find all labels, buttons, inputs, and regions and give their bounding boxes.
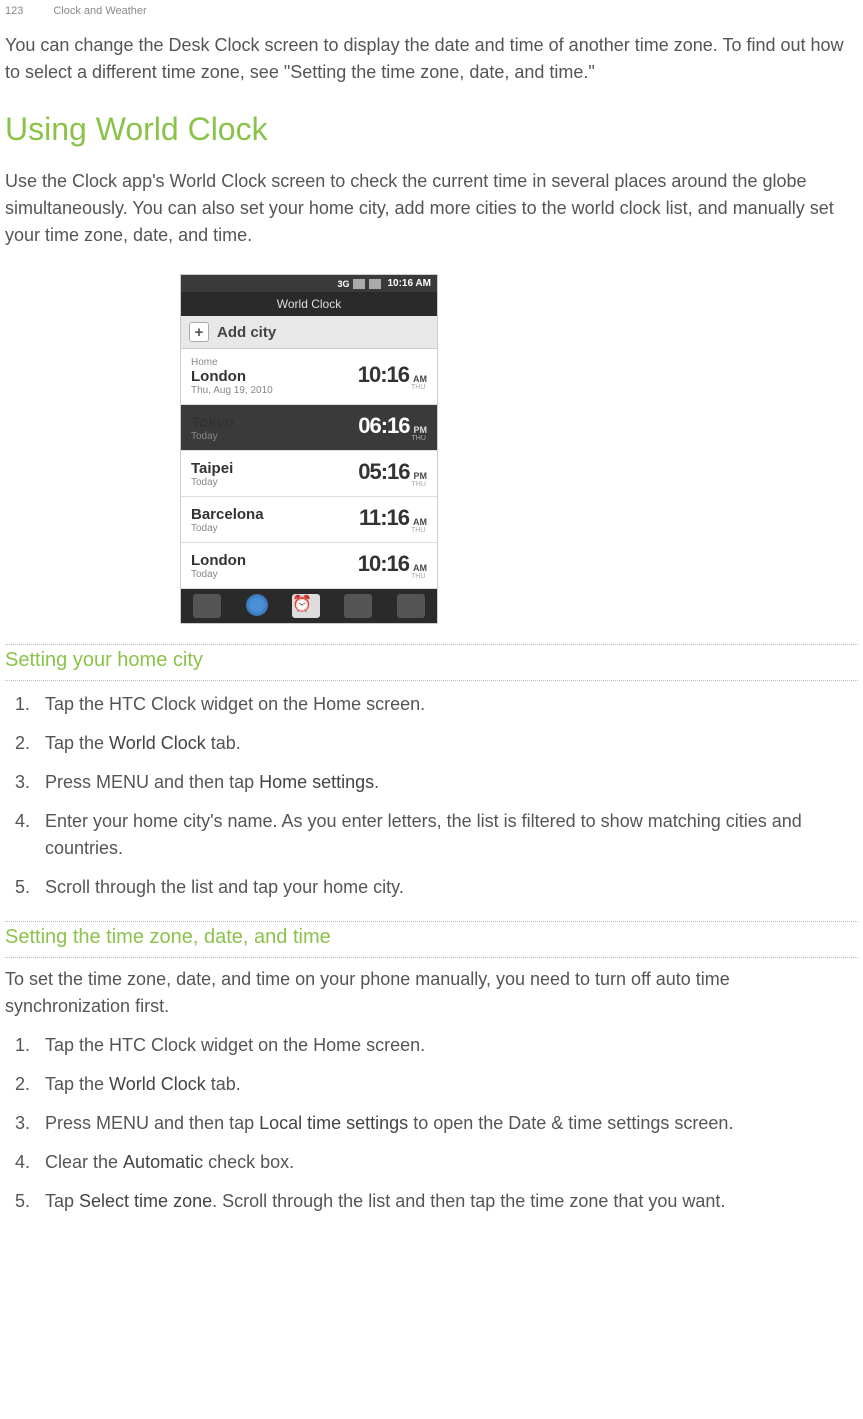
time-day: THU <box>412 435 428 442</box>
divider <box>5 921 858 922</box>
time-day: THU <box>412 481 428 488</box>
time-ampm: AM <box>413 518 427 527</box>
city-info: TokyoToday <box>191 414 234 442</box>
screenshot-container: 3G 10:16 AM World Clock + Add city HomeL… <box>180 274 858 624</box>
time-day: THU <box>411 527 427 534</box>
city-date: Today <box>191 569 246 580</box>
time-digits: 05:16 <box>358 459 409 485</box>
city-name: Taipei <box>191 460 233 477</box>
signal-strength-icon <box>353 279 365 289</box>
city-row[interactable]: TaipeiToday 05:16 PMTHU <box>181 451 437 497</box>
subsection-title-home-city: Setting your home city <box>5 649 858 672</box>
divider <box>5 957 858 958</box>
city-name: Tokyo <box>191 414 234 431</box>
alarm-tab-icon[interactable]: ⏰ <box>292 594 320 618</box>
plus-icon: + <box>189 322 209 342</box>
subsection-title-timezone: Setting the time zone, date, and time <box>5 926 858 949</box>
city-date: Thu, Aug 19, 2010 <box>191 385 273 396</box>
divider <box>5 644 858 645</box>
city-name: London <box>191 368 273 385</box>
step-3: Press MENU and then tap Local time setti… <box>30 1110 858 1137</box>
city-info: BarcelonaToday <box>191 506 264 534</box>
page-number: 123 <box>5 5 23 17</box>
city-time: 11:16 AMTHU <box>359 505 427 534</box>
step-2: Tap the World Clock tab. <box>30 730 858 757</box>
time-digits: 06:16 <box>358 413 409 439</box>
intro-paragraph: You can change the Desk Clock screen to … <box>5 32 858 86</box>
add-city-button[interactable]: + Add city <box>181 316 437 349</box>
world-clock-tab-icon[interactable] <box>246 594 268 616</box>
step-5: Tap Select time zone. Scroll through the… <box>30 1188 858 1215</box>
time-ampm: AM <box>413 375 427 384</box>
step-5: Scroll through the list and tap your hom… <box>30 874 858 901</box>
signal-icons: 3G <box>337 279 381 289</box>
city-info: LondonToday <box>191 552 246 580</box>
city-list: HomeLondonThu, Aug 19, 201010:16AMTHUTok… <box>181 349 437 589</box>
timezone-intro: To set the time zone, date, and time on … <box>5 966 858 1020</box>
city-date: Today <box>191 477 233 488</box>
3g-icon: 3G <box>337 279 349 289</box>
status-time: 10:16 AM <box>387 278 431 289</box>
time-digits: 11:16 <box>359 505 409 531</box>
city-date: Today <box>191 523 264 534</box>
timezone-steps: Tap the HTC Clock widget on the Home scr… <box>5 1032 858 1215</box>
time-day: THU <box>411 573 427 580</box>
time-ampm: PM <box>414 426 428 435</box>
city-date: Today <box>191 431 234 442</box>
city-time: 06:16 PMTHU <box>358 413 427 442</box>
step-1: Tap the HTC Clock widget on the Home scr… <box>30 1032 858 1059</box>
add-city-label: Add city <box>217 324 276 341</box>
desk-clock-tab-icon[interactable] <box>193 594 221 618</box>
time-ampm: PM <box>414 472 428 481</box>
city-row[interactable]: LondonToday 10:16 AMTHU <box>181 543 437 589</box>
step-1: Tap the HTC Clock widget on the Home scr… <box>30 691 858 718</box>
city-name: Barcelona <box>191 506 264 523</box>
city-time: 10:16 AMTHU <box>358 362 427 391</box>
status-bar: 3G 10:16 AM <box>181 275 437 292</box>
step-4: Enter your home city's name. As you ente… <box>30 808 858 862</box>
city-label: Home <box>191 357 273 368</box>
time-digits: 10:16 <box>358 362 409 388</box>
title-bar: World Clock <box>181 292 437 316</box>
city-info: HomeLondonThu, Aug 19, 2010 <box>191 357 273 396</box>
section-name: Clock and Weather <box>53 5 146 17</box>
battery-icon <box>369 279 381 289</box>
main-description: Use the Clock app's World Clock screen t… <box>5 168 858 249</box>
city-info: TaipeiToday <box>191 460 233 488</box>
step-3: Press MENU and then tap Home settings. <box>30 769 858 796</box>
divider <box>5 680 858 681</box>
main-title: Using World Clock <box>5 111 858 148</box>
step-4: Clear the Automatic check box. <box>30 1149 858 1176</box>
city-time: 05:16 PMTHU <box>358 459 427 488</box>
step-2: Tap the World Clock tab. <box>30 1071 858 1098</box>
city-time: 10:16 AMTHU <box>358 551 427 580</box>
time-day: THU <box>411 384 427 391</box>
time-digits: 10:16 <box>358 551 409 577</box>
time-ampm: AM <box>413 564 427 573</box>
page-header: 123 Clock and Weather <box>0 0 863 32</box>
bottom-tabs: ⏰ <box>181 589 437 623</box>
stopwatch-tab-icon[interactable] <box>344 594 372 618</box>
city-row[interactable]: TokyoToday 06:16 PMTHU <box>181 405 437 451</box>
city-row[interactable]: BarcelonaToday 11:16 AMTHU <box>181 497 437 543</box>
home-city-steps: Tap the HTC Clock widget on the Home scr… <box>5 691 858 901</box>
world-clock-screenshot: 3G 10:16 AM World Clock + Add city HomeL… <box>180 274 438 624</box>
city-name: London <box>191 552 246 569</box>
city-row[interactable]: HomeLondonThu, Aug 19, 2010 10:16 AMTHU <box>181 349 437 405</box>
timer-tab-icon[interactable] <box>397 594 425 618</box>
